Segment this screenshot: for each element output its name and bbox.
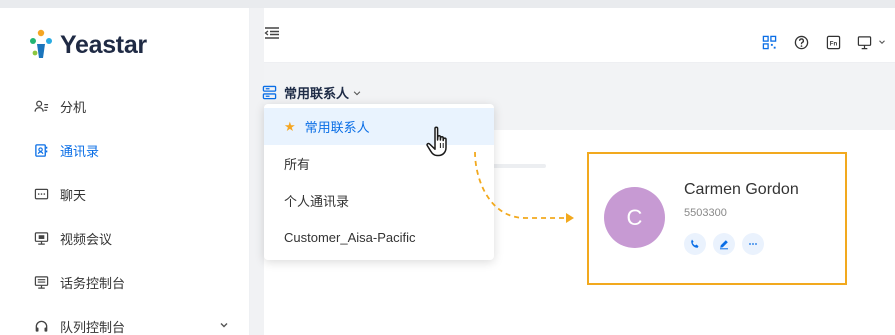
operator-console-icon	[33, 274, 49, 290]
qr-code-icon[interactable]	[761, 34, 777, 50]
top-header: Fn	[264, 8, 895, 63]
avatar: C	[604, 187, 665, 248]
contact-extension: 5503300	[684, 207, 727, 219]
chevron-down-icon[interactable]	[874, 34, 890, 50]
sidebar-item-label: 聊天	[60, 187, 87, 203]
dropdown-item-label: 常用联系人	[304, 120, 370, 135]
sidebar-divider	[250, 8, 264, 335]
contact-group-selector[interactable]: 常用联系人	[262, 83, 369, 102]
phone-icon	[691, 239, 699, 248]
contact-card[interactable]: C Carmen Gordon 5503300	[587, 152, 847, 285]
edit-button[interactable]	[713, 233, 735, 255]
sidebar-item-label: 分机	[60, 99, 87, 115]
star-icon: ★	[284, 118, 296, 134]
more-icon	[749, 243, 757, 245]
help-icon[interactable]	[793, 34, 809, 50]
sidebar-item-video-conference[interactable]: 视频会议	[0, 216, 250, 260]
more-button[interactable]	[742, 233, 764, 255]
dropdown-item-label: 所有	[284, 157, 311, 172]
fn-key-icon[interactable]: Fn	[825, 34, 841, 50]
sidebar-item-label: 通讯录	[60, 143, 100, 159]
sidebar-item-label: 队列控制台	[60, 319, 126, 335]
dropdown-item-favorites[interactable]: ★ 常用联系人	[264, 108, 494, 145]
chevron-down-icon	[353, 90, 361, 95]
sidebar-item-chat[interactable]: 聊天	[0, 172, 250, 216]
dropdown-item-label: Customer_Aisa-Pacific	[284, 230, 416, 245]
yeastar-logo-icon	[30, 29, 52, 58]
hand-cursor-icon	[426, 126, 447, 157]
sidebar-item-contacts[interactable]: 通讯录	[0, 128, 250, 172]
svg-text:Fn: Fn	[829, 40, 837, 47]
sidebar-item-label: 话务控制台	[60, 275, 126, 291]
contact-group-icon	[262, 85, 277, 100]
top-border	[0, 0, 895, 8]
chevron-down-icon[interactable]	[218, 319, 230, 331]
chat-icon	[33, 186, 49, 202]
monitor-icon[interactable]	[856, 34, 872, 50]
contact-group-label: 常用联系人	[284, 86, 350, 101]
user-list-icon	[33, 98, 49, 114]
sidebar-item-extensions[interactable]: 分机	[0, 84, 250, 128]
sidebar-item-operator-console[interactable]: 话务控制台	[0, 260, 250, 304]
sidebar-item-label: 视频会议	[60, 231, 113, 247]
contacts-book-icon	[33, 142, 49, 158]
headset-icon	[33, 318, 49, 334]
dashed-arrow-icon	[474, 151, 574, 223]
sidebar-item-queue-console[interactable]: 队列控制台	[0, 304, 250, 335]
brand-name: Yeastar	[60, 30, 147, 59]
dropdown-item-label: 个人通讯录	[284, 194, 350, 209]
contact-name: Carmen Gordon	[684, 181, 799, 198]
collapse-menu-icon[interactable]	[264, 25, 280, 41]
call-button[interactable]	[684, 233, 706, 255]
brand-logo[interactable]: Yeastar	[24, 28, 147, 62]
edit-icon	[720, 240, 728, 250]
sidebar: Yeastar 分机 通讯录 聊天 视频会议 话务控制台 队列控制台	[0, 8, 250, 335]
video-conference-icon	[33, 230, 49, 246]
